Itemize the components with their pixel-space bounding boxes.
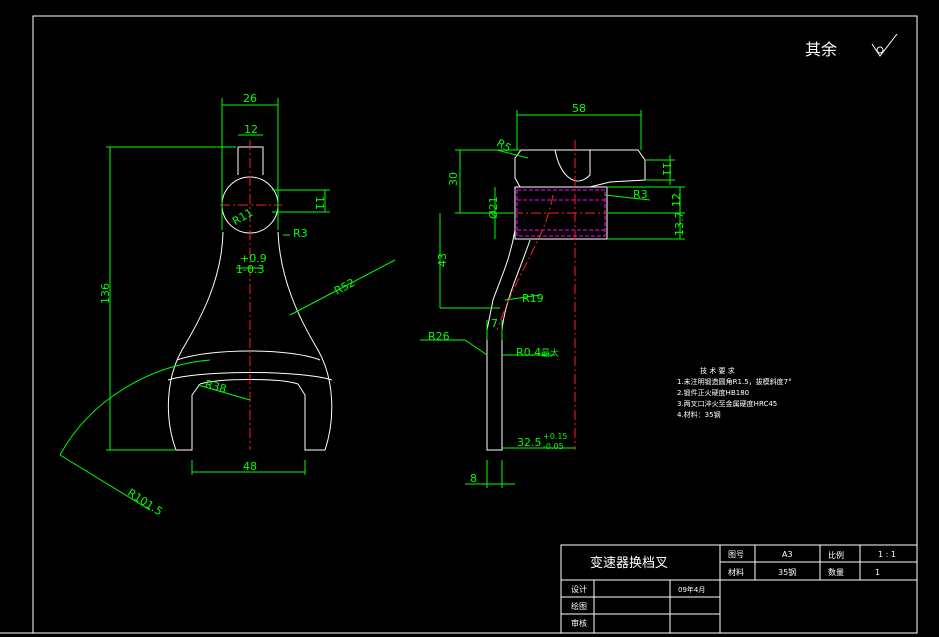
value-date: 09年4月	[678, 585, 705, 594]
dim-r101-5: R101.5	[125, 486, 165, 518]
label-drawing-no: 图号	[728, 550, 744, 559]
tech-requirement-item: 1.未注明锻造圆角R1.5，拔模斜度7°	[677, 377, 792, 386]
dim-8: 8	[470, 472, 477, 485]
roughness-symbol-icon	[871, 33, 898, 57]
dim-r52: R52	[332, 276, 357, 298]
dim-43: 43	[436, 253, 449, 267]
roughness-note: 其余	[805, 33, 898, 59]
cad-drawing-canvas[interactable]: 其余 26 12 11 R11 R3 +0.9 1-0.3 R52 136 R3…	[0, 0, 939, 637]
dim-r26: R26	[428, 330, 450, 343]
dim-136: 136	[99, 283, 112, 304]
tech-requirement-item: 2.锻件正火硬度HB180	[677, 388, 749, 397]
title-block: 变速器换档叉 图号 A3 比例 1 : 1 材料 35钢 数量 1 设计 09年…	[560, 544, 918, 634]
dim-13-7: 13.7	[673, 212, 686, 237]
dim-26: 26	[243, 92, 257, 105]
label-material: 材料	[728, 567, 744, 577]
front-view: 26 12 11 R11 R3 +0.9 1-0.3 R52 136 R38 4…	[59, 92, 396, 518]
dim-tol-lower: 1-0.3	[236, 263, 264, 276]
part-name: 变速器换档叉	[590, 555, 668, 571]
tech-requirements: 技 术 要 求 1.未注明锻造圆角R1.5，拔模斜度7° 2.锻件正火硬度HB1…	[677, 366, 792, 419]
side-view: 58 R5 30 11 R3 12 Ø21 13.7 43 R19 7 R26 …	[420, 102, 686, 488]
value-drawing-no: A3	[782, 550, 793, 559]
dim-r04-note: 最大	[541, 347, 559, 359]
dim-11-side: 11	[660, 162, 673, 176]
tech-requirement-item: 3.两叉口淬火至金属硬度HRC45	[677, 399, 777, 408]
roughness-note-text: 其余	[805, 40, 837, 59]
dim-r04: R0.4	[516, 346, 541, 359]
label-quantity: 数量	[828, 567, 844, 577]
dim-58: 58	[572, 102, 586, 115]
front-view-dim-text: 26 12 11 R11 R3 +0.9 1-0.3 R52 136 R38 4…	[99, 92, 357, 518]
value-scale: 1 : 1	[878, 550, 896, 559]
tech-requirements-heading: 技 术 要 求	[700, 366, 735, 375]
dim-48: 48	[243, 460, 257, 473]
dim-r5: R5	[494, 136, 513, 155]
dim-r3-side: R3	[633, 188, 648, 201]
label-review: 审核	[571, 618, 587, 628]
dim-r11: R11	[230, 206, 255, 228]
dim-32-5-tol-lower: -0.05	[543, 442, 564, 451]
dim-32-5-tol-upper: +0.15	[543, 432, 568, 441]
tech-requirement-item: 4.材料：35钢	[677, 410, 721, 419]
dim-30: 30	[447, 172, 460, 186]
dim-phi21: Ø21	[487, 196, 500, 219]
dim-r19: R19	[522, 292, 544, 305]
dim-7: 7	[491, 317, 498, 330]
dim-11: 11	[313, 196, 326, 210]
dim-12: 12	[244, 123, 258, 136]
label-drafting: 绘图	[571, 601, 587, 611]
drawing-frame	[0, 15, 918, 634]
side-view-outline	[486, 149, 646, 451]
label-scale: 比例	[828, 550, 844, 560]
dim-32-5: 32.5	[517, 436, 542, 449]
value-material: 35钢	[778, 567, 796, 577]
dim-r3: R3	[293, 227, 308, 240]
value-quantity: 1	[875, 568, 880, 577]
label-design: 设计	[571, 584, 587, 594]
dim-12-side: 12	[670, 193, 683, 207]
